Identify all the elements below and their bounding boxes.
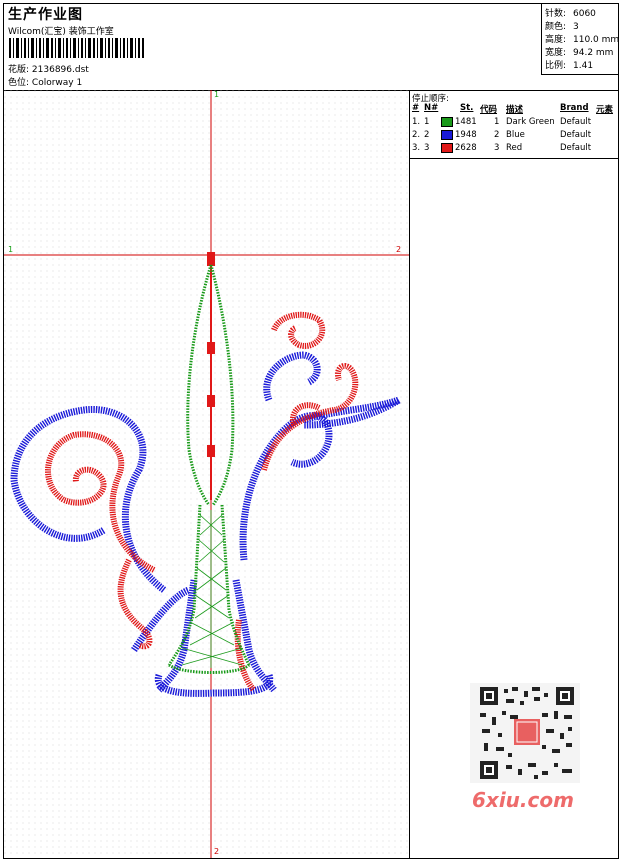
col-st: St.	[460, 103, 474, 113]
design-canvas: 1 1 2 2	[4, 90, 410, 858]
col-num: #	[412, 103, 420, 113]
stop-sequence-panel: 停止顺序: # N# St. 代码 描述 Brand 元素 1. 1 1481 …	[410, 90, 618, 159]
axis-top-label: 1	[214, 90, 220, 99]
axis-right-label: 2	[396, 245, 402, 254]
design-file-value: 2136896.dst	[31, 65, 89, 75]
design-file-label: 花版:	[8, 65, 30, 75]
colorway-value: Colorway 1	[31, 78, 83, 88]
stat-ratio: 比例: 1.41	[545, 61, 594, 71]
color-swatch-green	[441, 117, 453, 127]
col-code: 代码	[480, 105, 498, 115]
qr-center-logo	[514, 719, 540, 745]
axis-left-label: 1	[8, 245, 14, 254]
stat-colors: 颜色: 3	[545, 22, 579, 32]
color-swatch-blue	[441, 130, 453, 140]
design-stats: 针数: 6060 颜色: 3 高度: 110.0 mm 宽度: 94.2 mm 比例: 1…	[541, 4, 619, 75]
colorway-label: 色位:	[8, 78, 30, 88]
barcode-image	[9, 38, 144, 58]
qr-code-icon	[470, 683, 580, 783]
design-file: 花版: 2136896.dst	[8, 62, 89, 75]
sheet-header: 生产作业图 Wilcom(汇宝) 装饰工作室 花版: 2136896.dst 色…	[4, 4, 619, 91]
col-brand: Brand	[560, 103, 589, 113]
red-spine-line	[210, 260, 212, 500]
col-desc: 描述	[506, 105, 524, 115]
colorway: 色位: Colorway 1	[8, 75, 82, 88]
stat-width: 宽度: 94.2 mm	[545, 48, 614, 58]
embroidery-preview	[4, 90, 409, 858]
company-name: Wilcom(汇宝) 装饰工作室	[8, 27, 114, 37]
color-swatch-red	[441, 143, 453, 153]
col-n: N#	[424, 103, 439, 113]
stat-stitches: 针数: 6060	[545, 9, 596, 19]
sheet-title: 生产作业图	[8, 7, 83, 23]
stat-height: 高度: 110.0 mm	[545, 35, 620, 45]
col-element: 元素	[596, 105, 614, 115]
axis-bottom-label: 2	[214, 847, 220, 856]
watermark-text: 6xiu.com	[472, 788, 574, 812]
